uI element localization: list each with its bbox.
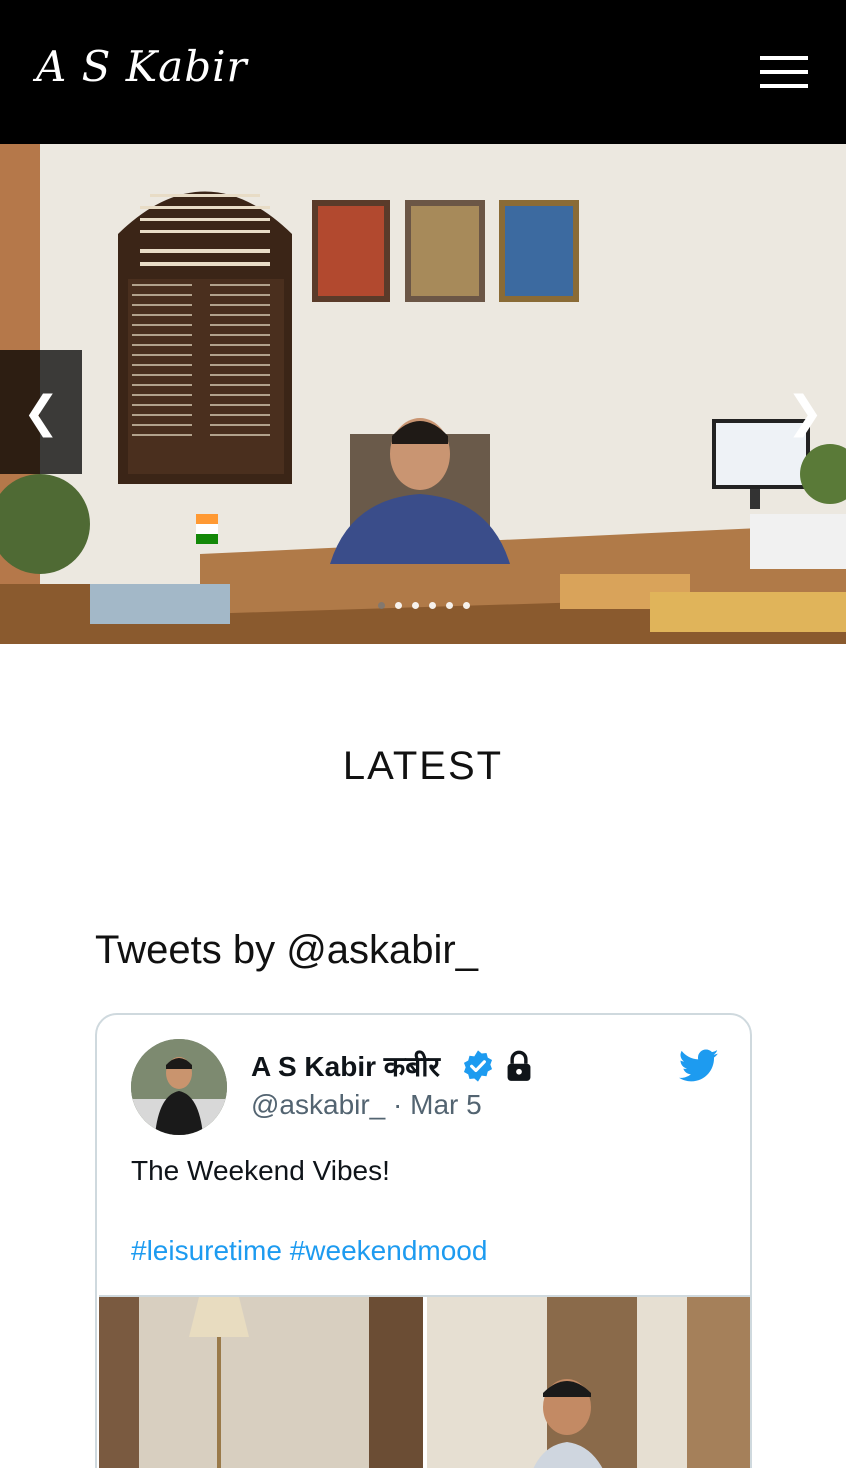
slider-dot[interactable] — [463, 602, 470, 609]
tweets-title[interactable]: Tweets by @askabir_ — [95, 928, 478, 973]
slider-dot[interactable] — [412, 602, 419, 609]
tweet-media — [99, 1295, 750, 1468]
site-logo[interactable]: A S Kabir — [36, 42, 248, 91]
slider-dot[interactable] — [395, 602, 402, 609]
hamburger-menu-icon[interactable] — [756, 52, 812, 92]
twitter-bird-icon[interactable] — [679, 1049, 719, 1083]
hashtag-link[interactable]: #weekendmood — [290, 1235, 488, 1266]
slider-dot[interactable] — [429, 602, 436, 609]
tweet-text: The Weekend Vibes! — [131, 1155, 390, 1186]
hero-slide-image — [0, 144, 846, 644]
slider-dot[interactable] — [446, 602, 453, 609]
slider-dot[interactable] — [378, 602, 385, 609]
author-handle-date[interactable]: @askabir_ · Mar 5 — [251, 1089, 482, 1121]
author-avatar[interactable] — [131, 1039, 227, 1135]
lock-icon — [507, 1050, 531, 1081]
site-header: A S Kabir — [0, 0, 846, 144]
slider-prev-button[interactable]: ❮ — [0, 350, 82, 474]
tweet-photo[interactable] — [99, 1297, 423, 1468]
tweet-photo[interactable] — [426, 1297, 750, 1468]
verified-badge-icon — [463, 1050, 493, 1082]
author-name[interactable]: A S Kabir कबीर — [251, 1047, 440, 1085]
tweet-card[interactable]: A S Kabir कबीर @askabir_ · Mar 5 The Wee… — [95, 1013, 752, 1468]
hero-slider: ❮ ❯ — [0, 144, 846, 644]
slider-dots — [378, 602, 470, 609]
tweet-hashtags: #leisuretime #weekendmood — [131, 1235, 487, 1267]
hashtag-link[interactable]: #leisuretime — [131, 1235, 282, 1266]
latest-heading: LATEST — [342, 744, 504, 788]
slider-next-button[interactable]: ❯ — [764, 350, 846, 474]
